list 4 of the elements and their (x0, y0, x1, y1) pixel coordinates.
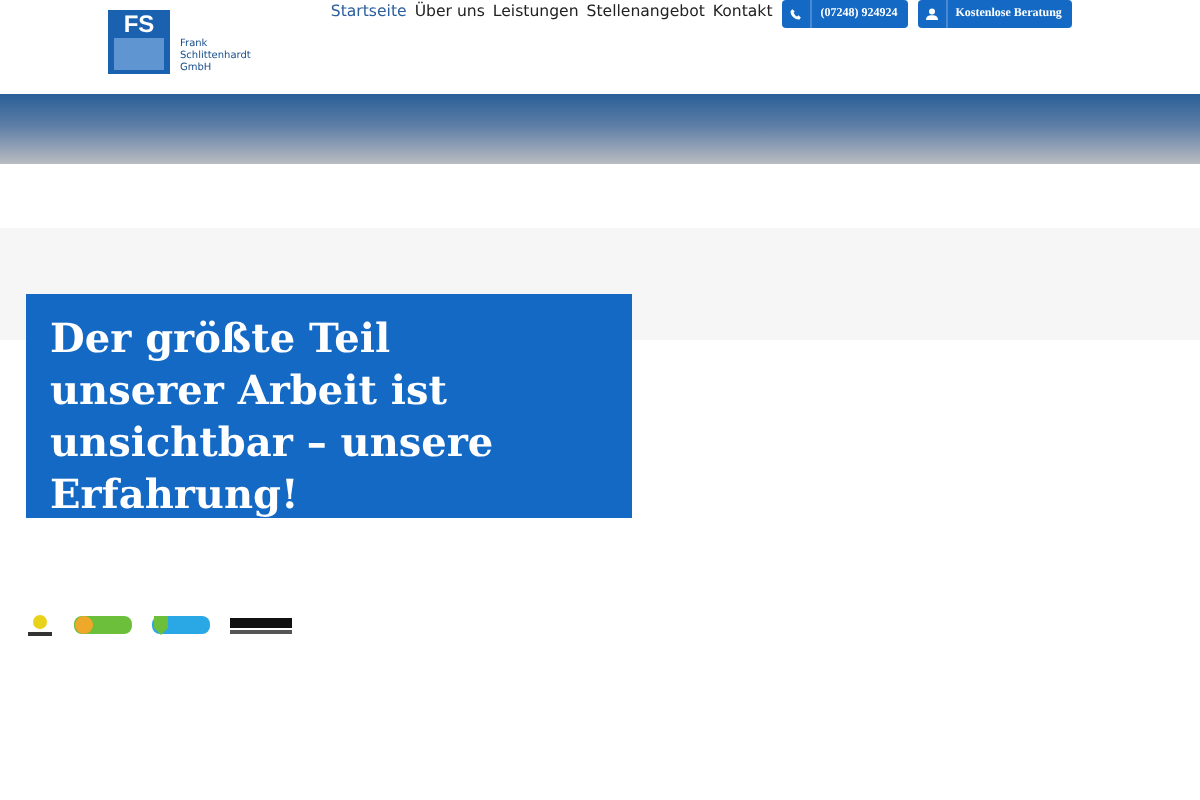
company-logo[interactable]: FS (108, 10, 170, 74)
phone-icon (790, 8, 803, 20)
person-icon (925, 8, 938, 20)
headline: Der größte Teil unserer Arbeit ist unsichtbar – unsere Erfahrung! (50, 312, 496, 520)
